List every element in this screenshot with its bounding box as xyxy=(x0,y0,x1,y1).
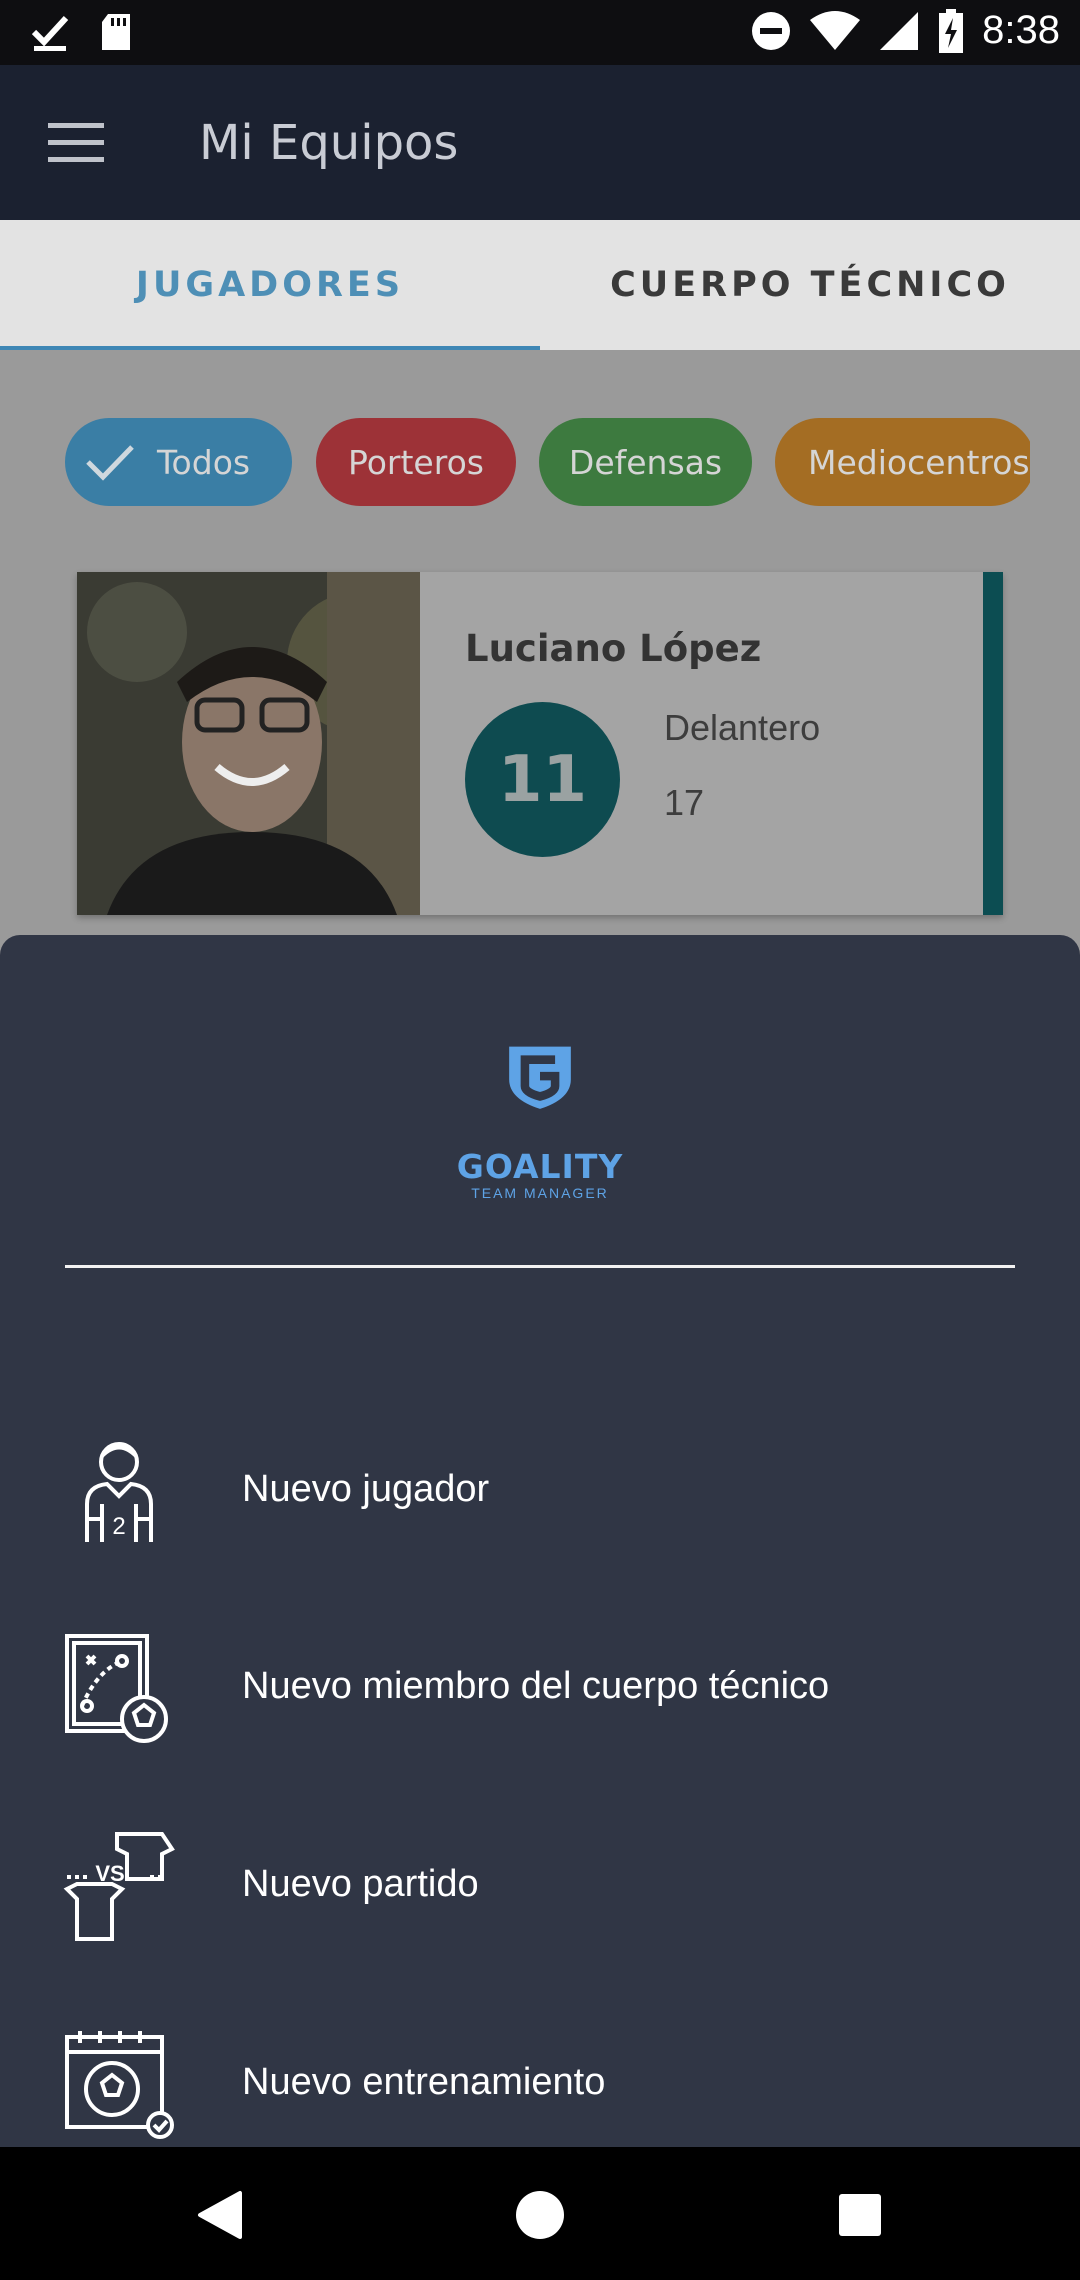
menu-item-label: Nuevo miembro del cuerpo técnico xyxy=(242,1664,830,1707)
signal-icon xyxy=(880,11,919,50)
svg-text:2: 2 xyxy=(112,1513,125,1540)
player-number-badge: 11 xyxy=(465,702,620,857)
chip-mediocentros[interactable]: Mediocentros xyxy=(775,418,1030,506)
chip-label: Defensas xyxy=(568,442,723,482)
check-icon xyxy=(86,445,134,481)
page-title: Mi Equipos xyxy=(199,115,459,171)
recents-icon[interactable] xyxy=(830,2185,890,2245)
divider xyxy=(65,1265,1015,1268)
match-versus-icon: VS xyxy=(63,1832,175,1941)
menu-item-nuevo-partido[interactable]: VS Nuevo partido xyxy=(0,1785,1080,1983)
player-age: 17 xyxy=(664,782,705,823)
hamburger-menu-icon[interactable] xyxy=(48,123,104,163)
tab-bar: JUGADORES CUERPO TÉCNICO xyxy=(0,220,1080,351)
app-bar: Mi Equipos xyxy=(0,65,1080,220)
tab-jugadores[interactable]: JUGADORES xyxy=(0,220,540,350)
chip-label: Mediocentros xyxy=(808,442,1030,482)
chip-label: Porteros xyxy=(348,442,484,482)
do-not-disturb-icon xyxy=(752,11,791,50)
chip-porteros[interactable]: Porteros xyxy=(316,418,516,506)
card-accent-bar xyxy=(983,572,1003,915)
svg-text:VS: VS xyxy=(95,1861,124,1886)
player-card[interactable]: Luciano López 11 Delantero 17 xyxy=(77,572,1003,915)
chip-defensas[interactable]: Defensas xyxy=(539,418,752,506)
player-name: Luciano López xyxy=(465,627,762,670)
menu-item-nuevo-cuerpo-tecnico[interactable]: Nuevo miembro del cuerpo técnico xyxy=(0,1587,1080,1785)
chip-label: Todos xyxy=(157,442,251,482)
home-icon[interactable] xyxy=(510,2185,570,2245)
status-bar: 8:38 xyxy=(0,0,1080,65)
wifi-icon xyxy=(810,10,861,50)
tab-cuerpo-tecnico[interactable]: CUERPO TÉCNICO xyxy=(540,220,1080,350)
logo-title: GOALITY xyxy=(456,1147,624,1186)
menu-item-label: Nuevo jugador xyxy=(242,1467,490,1510)
player-photo xyxy=(77,572,420,915)
clock: 8:38 xyxy=(982,8,1060,52)
menu-item-label: Nuevo partido xyxy=(242,1862,479,1905)
tactics-board-icon xyxy=(65,1634,168,1743)
bottom-sheet: GOALITY TEAM MANAGER 2 Nuevo jugador Nue… xyxy=(0,935,1080,2147)
menu-item-nuevo-jugador[interactable]: 2 Nuevo jugador xyxy=(0,1390,1080,1588)
player-position: Delantero xyxy=(664,707,821,748)
logo-subtitle: TEAM MANAGER xyxy=(471,1185,609,1201)
training-calendar-icon xyxy=(65,2031,174,2139)
chip-todos[interactable]: Todos xyxy=(65,418,292,506)
player-icon: 2 xyxy=(85,1442,153,1542)
battery-charging-icon xyxy=(939,8,964,53)
back-icon[interactable] xyxy=(190,2185,250,2245)
download-done-icon xyxy=(31,15,69,51)
sd-card-icon xyxy=(102,14,130,50)
filter-chips: Todos Porteros Defensas Mediocentros xyxy=(65,418,1030,508)
system-nav-bar xyxy=(0,2147,1080,2280)
goality-logo-icon xyxy=(509,1046,571,1109)
